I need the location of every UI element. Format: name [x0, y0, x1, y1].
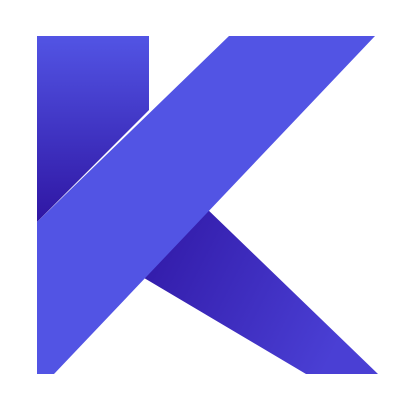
logo-canvas: [0, 0, 400, 400]
k-logo-icon: [37, 36, 378, 374]
